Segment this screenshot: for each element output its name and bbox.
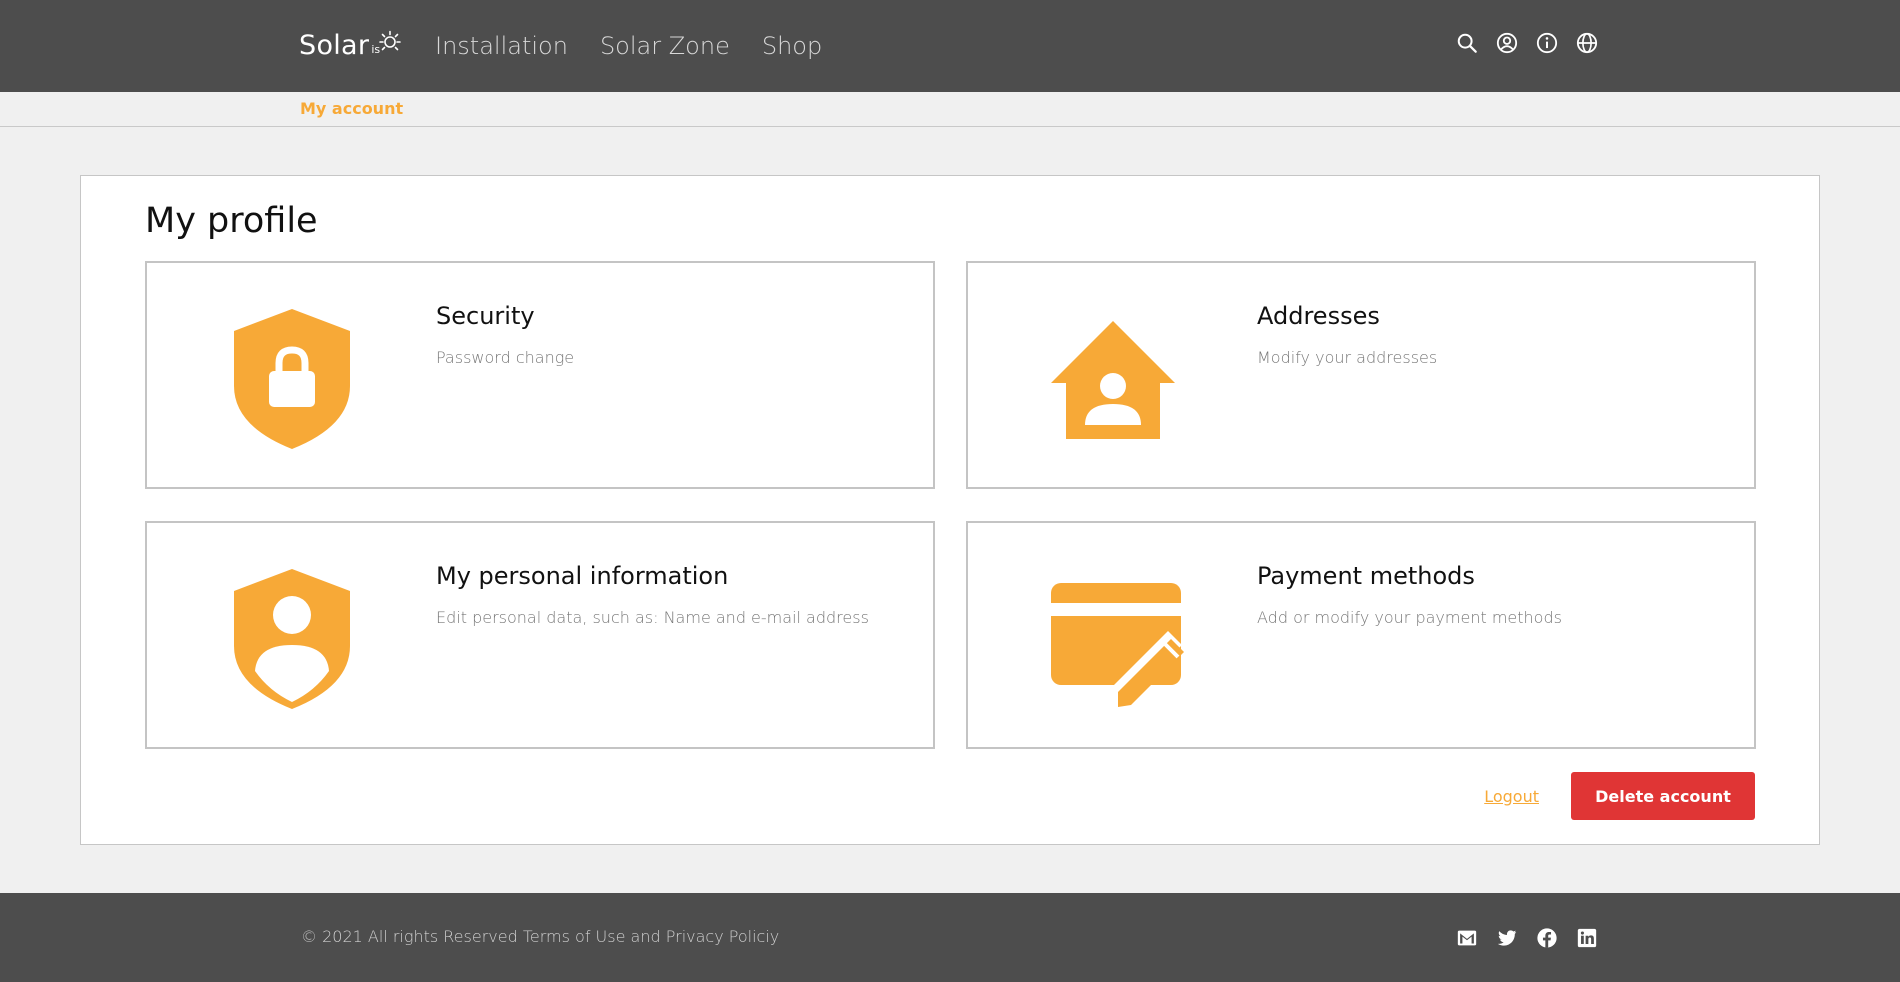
and-text: and bbox=[630, 927, 661, 946]
tile-title: My personal information bbox=[436, 562, 729, 590]
tile-personal-information[interactable]: My personal information Edit personal da… bbox=[145, 521, 935, 749]
terms-link[interactable]: Terms of Use bbox=[523, 927, 626, 946]
privacy-link[interactable]: Privacy Policiy bbox=[666, 927, 779, 946]
logo-sun-mark: is bbox=[369, 28, 402, 64]
page-title: My profile bbox=[145, 201, 318, 241]
user-circle-icon[interactable] bbox=[1496, 32, 1518, 54]
tile-description: Edit personal data, such as: Name and e-… bbox=[436, 608, 869, 627]
social-links bbox=[1456, 927, 1598, 949]
house-person-icon bbox=[1051, 321, 1175, 439]
card-edit-icon bbox=[1051, 583, 1184, 707]
tile-description: Add or modify your payment methods bbox=[1257, 608, 1562, 627]
tile-payment-methods[interactable]: Payment methods Add or modify your payme… bbox=[966, 521, 1756, 749]
profile-panel: My profile Security Password change Addr… bbox=[80, 175, 1820, 845]
copyright-text: © 2021 All rights Reserved bbox=[301, 927, 518, 946]
facebook-icon[interactable] bbox=[1536, 927, 1558, 949]
header-actions bbox=[1456, 32, 1598, 54]
tile-addresses[interactable]: Addresses Modify your addresses bbox=[966, 261, 1756, 489]
solaris-logo[interactable]: Solar is bbox=[299, 28, 402, 64]
main-nav: Installation Solar Zone Shop bbox=[435, 28, 822, 64]
account-actions: Logout Delete account bbox=[1484, 772, 1755, 820]
logout-link[interactable]: Logout bbox=[1484, 787, 1539, 806]
top-header: Solar is Installation Solar Zone Shop bbox=[0, 0, 1900, 92]
tile-title: Addresses bbox=[1257, 302, 1380, 330]
tile-title: Security bbox=[436, 302, 535, 330]
delete-account-button[interactable]: Delete account bbox=[1571, 772, 1755, 820]
tile-description: Password change bbox=[436, 348, 575, 367]
logo-text: Solar bbox=[299, 30, 370, 61]
shield-person-icon bbox=[234, 569, 350, 709]
twitter-icon[interactable] bbox=[1496, 927, 1518, 949]
sun-icon bbox=[379, 30, 402, 51]
breadcrumb-bar: My account bbox=[0, 92, 1900, 127]
nav-solar-zone[interactable]: Solar Zone bbox=[600, 28, 730, 64]
footer-copyright: © 2021 All rights Reserved Terms of Use … bbox=[301, 927, 779, 946]
info-icon[interactable] bbox=[1536, 32, 1558, 54]
footer: © 2021 All rights Reserved Terms of Use … bbox=[0, 893, 1900, 982]
mail-icon[interactable] bbox=[1456, 927, 1478, 949]
nav-installation[interactable]: Installation bbox=[435, 28, 568, 64]
shield-lock-icon bbox=[234, 309, 350, 449]
nav-shop[interactable]: Shop bbox=[762, 28, 822, 64]
search-icon[interactable] bbox=[1456, 32, 1478, 54]
linkedin-icon[interactable] bbox=[1576, 927, 1598, 949]
breadcrumb-my-account[interactable]: My account bbox=[300, 99, 403, 118]
globe-icon[interactable] bbox=[1576, 32, 1598, 54]
tile-description: Modify your addresses bbox=[1257, 348, 1438, 367]
tile-title: Payment methods bbox=[1257, 562, 1475, 590]
tile-security[interactable]: Security Password change bbox=[145, 261, 935, 489]
